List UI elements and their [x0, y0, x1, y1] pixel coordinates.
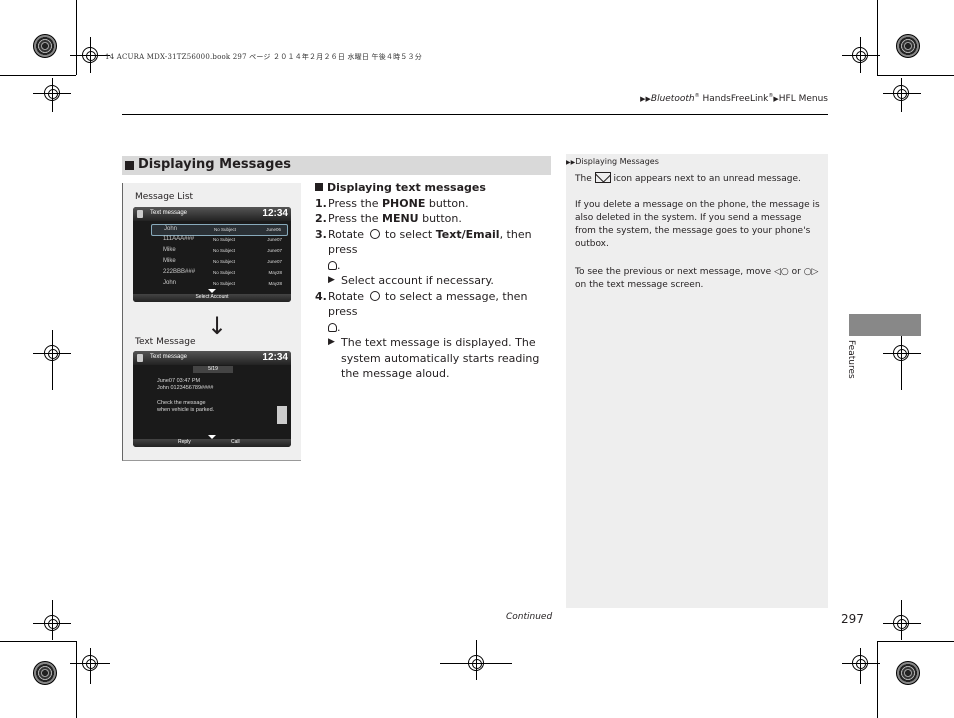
- message-counter: 5/19: [193, 366, 233, 373]
- figure-label-message-list: Message List: [135, 192, 194, 202]
- triangle-icon: ▶: [328, 275, 335, 285]
- reply-button[interactable]: Reply: [178, 439, 191, 445]
- section-title: Displaying Messages: [138, 157, 291, 172]
- reference-icon: ▶▶: [566, 159, 576, 166]
- subheading: Displaying text messages: [315, 180, 555, 196]
- message-date: June07 03:47 PM: [157, 378, 201, 384]
- envelope-icon: [594, 172, 611, 183]
- message-row[interactable]: Mike No Subject June07: [151, 246, 288, 256]
- dial-left-icon: ◁○: [773, 267, 789, 277]
- step-3-sub: ▶ Select account if necessary.: [328, 274, 494, 287]
- press-dial-icon: [328, 322, 337, 332]
- screen-clock: 12:34: [262, 352, 288, 363]
- message-row[interactable]: John No Subject May28: [151, 279, 288, 289]
- step-2: 2. Press the MENU button.: [315, 212, 462, 225]
- screen-clock: 12:34: [262, 208, 288, 219]
- notes-heading: ▶▶Displaying Messages: [566, 157, 659, 166]
- triangle-icon: ▶: [328, 337, 335, 347]
- select-account-button[interactable]: Select Account: [133, 294, 291, 302]
- step-1: 1. Press the PHONE button.: [315, 196, 469, 210]
- screen-title: Text message: [150, 354, 188, 360]
- down-arrow-icon: [208, 289, 216, 293]
- square-bullet-icon: [315, 183, 323, 191]
- section-header: Displaying Messages: [122, 156, 551, 175]
- breadcrumb: ▶▶Bluetooth® HandsFreeLink®▶HFL Menus: [640, 93, 828, 104]
- phone-icon: [137, 210, 143, 218]
- message-body: when vehicle is parked.: [157, 407, 215, 413]
- instructions: Displaying text messages 1. Press the PHO…: [315, 180, 555, 382]
- message-row[interactable]: Mike No Subject June07: [151, 257, 288, 267]
- message-sender: John 0123456789####: [157, 385, 214, 391]
- square-bullet-icon: [125, 161, 134, 170]
- scroll-button[interactable]: [277, 406, 287, 424]
- interface-dial-icon: [369, 290, 380, 301]
- note-paragraph: The icon appears next to an unread messa…: [575, 172, 801, 184]
- message-list-screen: Text message 12:34 John No Subject June06 …: [133, 207, 291, 302]
- breadcrumb-item-bluetooth[interactable]: Bluetooth: [651, 94, 695, 104]
- registration-rosette-icon: [33, 661, 57, 685]
- figure-label-text-message: Text Message: [135, 337, 196, 347]
- registration-rosette-icon: [896, 34, 920, 58]
- interface-dial-icon: [369, 228, 380, 239]
- screen-bottom-bar: Reply Call: [133, 439, 291, 447]
- double-triangle-icon: ▶▶: [640, 95, 651, 103]
- screen-title: Text message: [150, 210, 188, 216]
- print-header: 14 ACURA MDX-31TZ56000.book 297 ページ ２０１４…: [105, 53, 422, 61]
- step-3: 3. Rotate to select Text/Email, then pres…: [315, 227, 532, 272]
- message-row[interactable]: 222BBB### No Subject May28: [151, 268, 288, 278]
- dial-right-icon: ○▷: [803, 267, 819, 277]
- press-dial-icon: [328, 260, 337, 270]
- text-message-screen: Text message 12:34 5/19 June07 03:47 PM …: [133, 351, 291, 447]
- message-body: Check the message: [157, 400, 206, 406]
- phone-icon: [137, 354, 143, 362]
- down-arrow-icon: ↓: [207, 312, 228, 340]
- page-number: 297: [841, 612, 864, 626]
- chapter-tab: [849, 314, 921, 336]
- header-divider: [122, 114, 828, 115]
- chapter-label: Features: [846, 340, 856, 379]
- note-paragraph: If you delete a message on the phone, th…: [575, 200, 820, 249]
- notes-panel: ▶▶Displaying Messages The icon appears n…: [566, 154, 828, 608]
- breadcrumb-item-hfl-menus[interactable]: HFL Menus: [779, 94, 828, 104]
- breadcrumb-item-handsfreelink[interactable]: HandsFreeLink: [702, 94, 768, 104]
- step-4: 4. Rotate to select a message, then press…: [315, 289, 528, 334]
- step-4-sub: ▶ The text message is displayed. The syst…: [328, 336, 540, 380]
- registration-rosette-icon: [33, 34, 57, 58]
- note-paragraph: To see the previous or next message, mov…: [575, 267, 819, 290]
- message-row[interactable]: 111AAA### No Subject June07: [151, 235, 288, 245]
- registration-rosette-icon: [896, 661, 920, 685]
- call-button[interactable]: Call: [231, 439, 240, 445]
- continued-label: Continued: [506, 612, 553, 622]
